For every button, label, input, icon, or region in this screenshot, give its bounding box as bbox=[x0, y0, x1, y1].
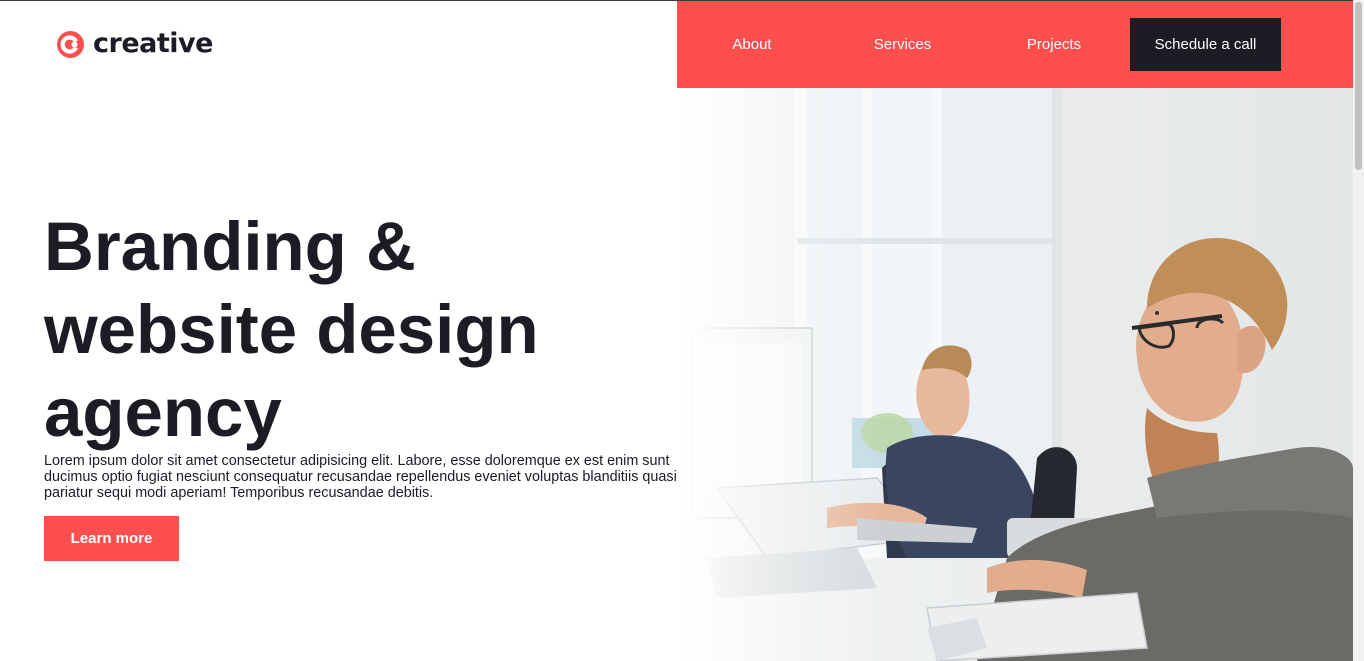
hero-title: Branding & website design agency bbox=[44, 208, 539, 451]
scrollbar-thumb[interactable] bbox=[1355, 2, 1362, 170]
nav-item-services[interactable]: Services bbox=[865, 1, 940, 88]
nav-item-projects[interactable]: Projects bbox=[1021, 1, 1087, 88]
learn-more-button[interactable]: Learn more bbox=[44, 516, 179, 561]
office-workers-photo bbox=[677, 88, 1353, 661]
main-nav: About Services Projects Schedule a call bbox=[677, 1, 1353, 88]
hero-description: Lorem ipsum dolor sit amet consectetur a… bbox=[44, 453, 677, 501]
page-scrollbar[interactable] bbox=[1353, 0, 1364, 661]
brand-logo[interactable]: creative bbox=[57, 28, 213, 60]
schedule-call-button[interactable]: Schedule a call bbox=[1130, 18, 1281, 71]
c-logo-icon bbox=[57, 30, 84, 58]
brand-name: creative bbox=[93, 28, 213, 59]
nav-item-about[interactable]: About bbox=[722, 1, 782, 88]
